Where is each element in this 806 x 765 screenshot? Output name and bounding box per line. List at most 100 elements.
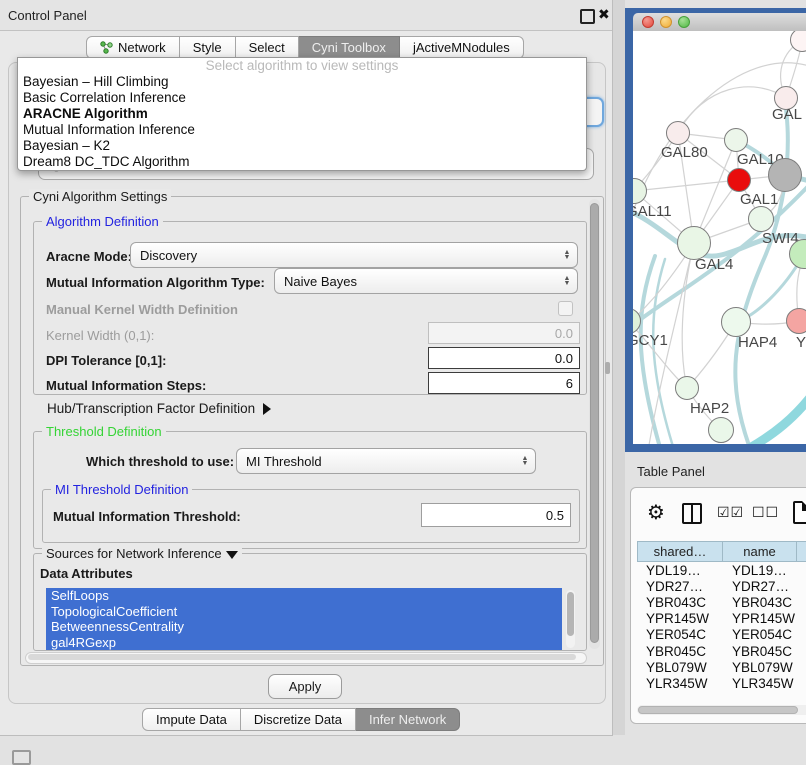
mi-algorithm-type-combobox[interactable]: Naive Bayes ▲▼ bbox=[274, 268, 578, 294]
hub-definition-toggle[interactable]: Hub/Transcription Factor Definition bbox=[47, 401, 271, 416]
node-label-gal: GAL bbox=[772, 106, 802, 123]
dpi-tolerance-label: DPI Tolerance [0,1]: bbox=[46, 353, 166, 368]
tab-network[interactable]: Network bbox=[86, 36, 180, 59]
close-icon[interactable]: ✖ bbox=[598, 6, 610, 23]
network-node-y[interactable] bbox=[786, 308, 806, 334]
table-panel: ⚙ ☑☑ ☐☐ shared…nameA YDL19…YDL19…13YDR27… bbox=[630, 487, 806, 724]
table-row[interactable]: YBL079WYBL079W bbox=[637, 659, 806, 675]
bottom-tab-label: Infer Network bbox=[369, 712, 446, 727]
expand-right-icon bbox=[263, 403, 271, 415]
scrollbar-thumb[interactable] bbox=[28, 654, 576, 660]
algorithm-option-aracne-algorithm[interactable]: ARACNE Algorithm bbox=[18, 106, 586, 122]
column-header-name[interactable]: name bbox=[723, 541, 797, 562]
network-node-gal4[interactable] bbox=[677, 226, 711, 260]
select-all-checkboxes-icon[interactable]: ☑☑ bbox=[717, 504, 744, 521]
scrollbar-thumb[interactable] bbox=[638, 706, 798, 714]
manual-kernel-width-checkbox[interactable] bbox=[558, 301, 573, 316]
data-attribute-item-gal4rgexp[interactable]: gal4RGexp bbox=[46, 635, 562, 651]
window-minimize-light-icon[interactable] bbox=[660, 16, 672, 28]
sources-list-scrollbar[interactable] bbox=[566, 590, 575, 648]
settings-scrollbar[interactable] bbox=[589, 199, 600, 649]
table-horizontal-scrollbar[interactable] bbox=[637, 705, 806, 715]
bottom-tab-impute-data[interactable]: Impute Data bbox=[142, 708, 241, 731]
data-attribute-item-selfloops[interactable]: SelfLoops bbox=[46, 588, 562, 604]
dock-panel-icon[interactable] bbox=[12, 750, 31, 765]
node-label-gal4: GAL4 bbox=[695, 256, 733, 273]
network-window-titlebar[interactable] bbox=[633, 13, 806, 32]
data-attribute-item-betweennesscentrality[interactable]: BetweennessCentrality bbox=[46, 619, 562, 635]
tab-cyni-toolbox[interactable]: Cyni Toolbox bbox=[299, 36, 400, 59]
float-icon[interactable] bbox=[580, 9, 595, 24]
aracne-mode-value: Discovery bbox=[131, 248, 559, 263]
split-columns-icon[interactable] bbox=[682, 503, 702, 524]
mi-steps-label: Mutual Information Steps: bbox=[46, 378, 206, 393]
bottom-tab-bar: Impute DataDiscretize Data Infer Network bbox=[142, 708, 460, 731]
table-row[interactable]: YDL19…YDL19…13 bbox=[637, 562, 806, 578]
mi-steps-field[interactable]: 6 bbox=[428, 372, 580, 394]
table-row[interactable]: YBR043CYBR043C bbox=[637, 594, 806, 610]
apply-button[interactable]: Apply bbox=[268, 674, 342, 699]
network-node-hap2[interactable] bbox=[675, 376, 699, 400]
settings-gear-icon[interactable]: ⚙ bbox=[647, 500, 665, 525]
tab-style[interactable]: Style bbox=[180, 36, 236, 59]
data-attributes-list[interactable]: SelfLoopsTopologicalCoefficientBetweenne… bbox=[46, 588, 562, 650]
algorithm-option-mutual-information-inference[interactable]: Mutual Information Inference bbox=[18, 122, 586, 138]
scrollbar-thumb[interactable] bbox=[590, 203, 599, 643]
new-table-icon[interactable] bbox=[793, 501, 806, 524]
dpi-tolerance-field[interactable]: 0.0 bbox=[428, 347, 580, 369]
mi-threshold-field[interactable]: 0.5 bbox=[421, 503, 571, 527]
network-node[interactable] bbox=[768, 158, 802, 192]
table-cell: YBR045C bbox=[723, 644, 797, 659]
node-table[interactable]: shared…nameA YDL19…YDL19…13YDR27…YDR27…1… bbox=[637, 541, 806, 691]
bottom-tab-discretize-data[interactable]: Discretize Data bbox=[241, 708, 356, 731]
network-canvas[interactable]: GALGAL80GAL10GAL1GAL11SWI4GAL4GCY1HAP4YH… bbox=[633, 31, 806, 444]
which-threshold-combobox[interactable]: MI Threshold ▲▼ bbox=[236, 448, 536, 474]
table-row[interactable]: YLR345WYLR345W9. bbox=[637, 675, 806, 691]
algorithm-option-basic-correlation-inference[interactable]: Basic Correlation Inference bbox=[18, 90, 586, 106]
kernel-width-field[interactable]: 0.0 bbox=[428, 322, 580, 344]
algorithm-option-dream8-dc-tdc-algorithm[interactable]: Dream8 DC_TDC Algorithm bbox=[18, 154, 586, 170]
window-zoom-light-icon[interactable] bbox=[678, 16, 690, 28]
which-threshold-value: MI Threshold bbox=[237, 454, 517, 469]
table-row[interactable]: YDR27…YDR27…12 bbox=[637, 578, 806, 594]
network-node-hap4[interactable] bbox=[721, 307, 751, 337]
sources-horizontal-scrollbar[interactable] bbox=[25, 652, 587, 664]
aracne-mode-combobox[interactable]: Discovery ▲▼ bbox=[130, 242, 578, 268]
column-header-shared[interactable]: shared… bbox=[637, 541, 723, 562]
network-node-gal80[interactable] bbox=[666, 121, 690, 145]
panel-divider bbox=[613, 0, 625, 735]
settings-group-title: Cyni Algorithm Settings bbox=[29, 189, 171, 204]
tab-select[interactable]: Select bbox=[236, 36, 299, 59]
window-close-light-icon[interactable] bbox=[642, 16, 654, 28]
mi-threshold-definition-group: MI Threshold Definition Mutual Informati… bbox=[42, 489, 580, 543]
divider-handle[interactable] bbox=[605, 362, 610, 374]
scrollbar-thumb[interactable] bbox=[567, 592, 574, 636]
mi-threshold-label: Mutual Information Threshold: bbox=[53, 509, 241, 524]
table-cell: 12 bbox=[797, 579, 806, 594]
control-panel: Control Panel ✖ NetworkStyleSelectCyni T… bbox=[0, 0, 613, 736]
network-node-gal10[interactable] bbox=[724, 128, 748, 152]
table-cell: YPR145W bbox=[723, 611, 797, 626]
table-row[interactable]: YER054CYER054C8. bbox=[637, 627, 806, 643]
column-header-a[interactable]: A bbox=[797, 541, 806, 562]
deselect-all-checkboxes-icon[interactable]: ☐☐ bbox=[752, 504, 779, 521]
table-cell: YBR045C bbox=[637, 644, 723, 659]
threshold-definition-title: Threshold Definition bbox=[42, 424, 166, 439]
table-cell: 9. bbox=[797, 644, 806, 659]
sources-group-title[interactable]: Sources for Network Inference bbox=[42, 546, 242, 561]
table-cell: YDR27… bbox=[637, 579, 723, 594]
algorithm-popup-items: Bayesian – Hill ClimbingBasic Correlatio… bbox=[18, 74, 586, 170]
algorithm-option-bayesian-k2[interactable]: Bayesian – K2 bbox=[18, 138, 586, 154]
bottom-tab-infer-network[interactable]: Infer Network bbox=[356, 708, 460, 731]
kernel-width-label: Kernel Width (0,1): bbox=[46, 328, 154, 343]
network-node-swi4[interactable] bbox=[748, 206, 774, 232]
data-attribute-item-topologicalcoefficient[interactable]: TopologicalCoefficient bbox=[46, 604, 562, 620]
tab-jactivemnodules[interactable]: jActiveMNodules bbox=[400, 36, 524, 59]
table-cell: YBL079W bbox=[637, 660, 723, 675]
network-node-gal1[interactable] bbox=[727, 168, 751, 192]
algorithm-definition-title: Algorithm Definition bbox=[42, 214, 163, 229]
table-row[interactable]: YPR145WYPR145W9. bbox=[637, 611, 806, 627]
table-row[interactable]: YBR045CYBR045C9. bbox=[637, 643, 806, 659]
algorithm-option-bayesian-hill-climbing[interactable]: Bayesian – Hill Climbing bbox=[18, 74, 586, 90]
network-node[interactable] bbox=[708, 417, 734, 443]
